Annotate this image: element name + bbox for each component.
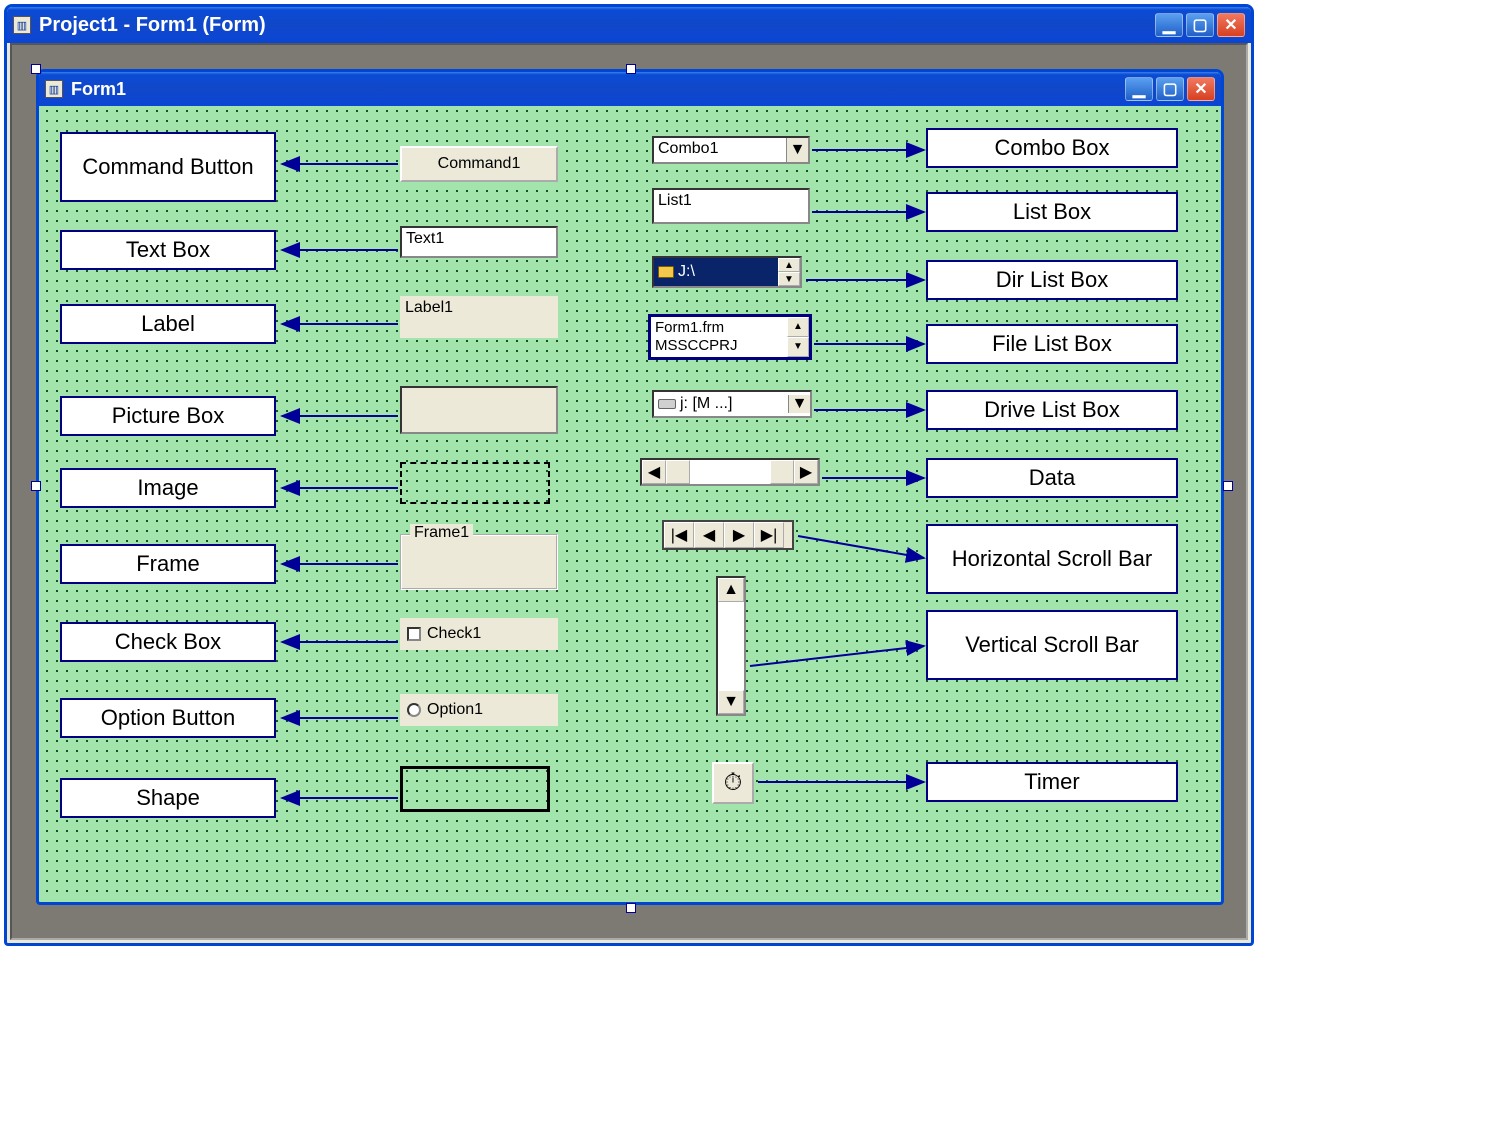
scroll-left-icon[interactable]: ◀: [642, 460, 666, 484]
checkbox-icon: [407, 627, 421, 641]
command-button-control[interactable]: Command1: [400, 146, 558, 182]
nav-prev-icon[interactable]: ◀: [694, 522, 724, 548]
text-box-control[interactable]: Text1: [400, 226, 558, 258]
frame-control[interactable]: Frame1: [400, 534, 558, 590]
scroll-down-icon[interactable]: ▼: [718, 690, 744, 714]
inner-window-title: Form1: [71, 79, 1122, 100]
scroll-track[interactable]: [666, 460, 690, 484]
label-control[interactable]: Label1: [400, 296, 558, 338]
inner-maximize-button[interactable]: ▢: [1156, 77, 1184, 101]
nav-last-icon[interactable]: ▶|: [754, 522, 784, 548]
form-designer-window: ▥ Form1 ▁ ▢ ✕ Command Button Text Box La…: [36, 69, 1224, 905]
scroll-track[interactable]: [770, 460, 794, 484]
callout-combo-box: Combo Box: [926, 128, 1178, 168]
checkbox-label: Check1: [427, 625, 481, 643]
scroll-up-icon[interactable]: ▲: [718, 578, 744, 602]
callout-data: Data: [926, 458, 1178, 498]
inner-minimize-button[interactable]: ▁: [1125, 77, 1153, 101]
radio-icon: [407, 703, 421, 717]
maximize-button[interactable]: ▢: [1186, 13, 1214, 37]
vb-project-icon: ▥: [13, 16, 31, 34]
vscrollbar-control[interactable]: ▲ ▼: [716, 576, 746, 716]
scroll-right-icon[interactable]: ▶: [794, 460, 818, 484]
callout-hscroll: Horizontal Scroll Bar: [926, 524, 1178, 594]
dir-list-text: J:\: [678, 263, 695, 281]
shape-control[interactable]: [400, 766, 550, 812]
callout-picture-box: Picture Box: [60, 396, 276, 436]
inner-close-button[interactable]: ✕: [1187, 77, 1215, 101]
callout-option-button: Option Button: [60, 698, 276, 738]
file-item[interactable]: Form1.frm: [655, 319, 783, 337]
file-item[interactable]: MSSCCPRJ: [655, 337, 783, 355]
callout-image: Image: [60, 468, 276, 508]
form-icon: ▥: [45, 80, 63, 98]
check-box-control[interactable]: Check1: [400, 618, 558, 650]
file-list-box-control[interactable]: Form1.frm MSSCCPRJ ▲ ▼: [648, 314, 812, 360]
nav-next-icon[interactable]: ▶: [724, 522, 754, 548]
callout-frame: Frame: [60, 544, 276, 584]
callout-dir-list-box: Dir List Box: [926, 260, 1178, 300]
callout-drive-list-box: Drive List Box: [926, 390, 1178, 430]
outer-window-title: Project1 - Form1 (Form): [39, 14, 1152, 37]
outer-window: ▥ Project1 - Form1 (Form) ▁ ▢ ✕ ▥ Form1 …: [4, 4, 1254, 946]
callout-text-box: Text Box: [60, 230, 276, 270]
callout-vscroll: Vertical Scroll Bar: [926, 610, 1178, 680]
drive-list-box-control[interactable]: j: [M ...] ▼: [652, 390, 812, 418]
picture-box-control[interactable]: [400, 386, 558, 434]
combo-box-control[interactable]: Combo1 ▼: [652, 136, 810, 164]
timer-control[interactable]: ⏱: [712, 762, 754, 804]
form-design-surface[interactable]: Command Button Text Box Label Picture Bo…: [42, 106, 1218, 899]
callout-label: Label: [60, 304, 276, 344]
outer-client-area: ▥ Form1 ▁ ▢ ✕ Command Button Text Box La…: [10, 43, 1248, 940]
scroll-down-icon[interactable]: ▼: [778, 272, 800, 286]
chevron-down-icon[interactable]: ▼: [788, 395, 810, 413]
callout-file-list-box: File List Box: [926, 324, 1178, 364]
folder-icon: [658, 266, 674, 278]
callout-command-button: Command Button: [60, 132, 276, 202]
callout-timer: Timer: [926, 762, 1178, 802]
data-navigator-control[interactable]: |◀ ◀ ▶ ▶|: [662, 520, 794, 550]
chevron-down-icon[interactable]: ▼: [786, 138, 808, 162]
callout-list-box: List Box: [926, 192, 1178, 232]
scroll-up-icon[interactable]: ▲: [787, 317, 809, 337]
option-button-control[interactable]: Option1: [400, 694, 558, 726]
outer-titlebar[interactable]: ▥ Project1 - Form1 (Form) ▁ ▢ ✕: [7, 7, 1251, 43]
close-button[interactable]: ✕: [1217, 13, 1245, 37]
stopwatch-icon: ⏱: [724, 769, 743, 797]
frame-caption: Frame1: [410, 524, 473, 542]
combo-text: Combo1: [654, 138, 786, 162]
minimize-button[interactable]: ▁: [1155, 13, 1183, 37]
scroll-thumb[interactable]: [690, 460, 770, 484]
dir-list-box-control[interactable]: J:\ ▲ ▼: [652, 256, 802, 288]
drive-icon: [658, 399, 676, 409]
scroll-up-icon[interactable]: ▲: [778, 258, 800, 272]
option-label: Option1: [427, 701, 483, 719]
callout-check-box: Check Box: [60, 622, 276, 662]
list-box-control[interactable]: List1: [652, 188, 810, 224]
drive-list-text: j: [M ...]: [680, 395, 732, 413]
image-control[interactable]: [400, 462, 550, 504]
callout-shape: Shape: [60, 778, 276, 818]
nav-first-icon[interactable]: |◀: [664, 522, 694, 548]
inner-titlebar[interactable]: ▥ Form1 ▁ ▢ ✕: [39, 72, 1221, 106]
scroll-thumb[interactable]: [718, 602, 744, 690]
scroll-down-icon[interactable]: ▼: [787, 337, 809, 357]
hscrollbar-control[interactable]: ◀ ▶: [640, 458, 820, 486]
